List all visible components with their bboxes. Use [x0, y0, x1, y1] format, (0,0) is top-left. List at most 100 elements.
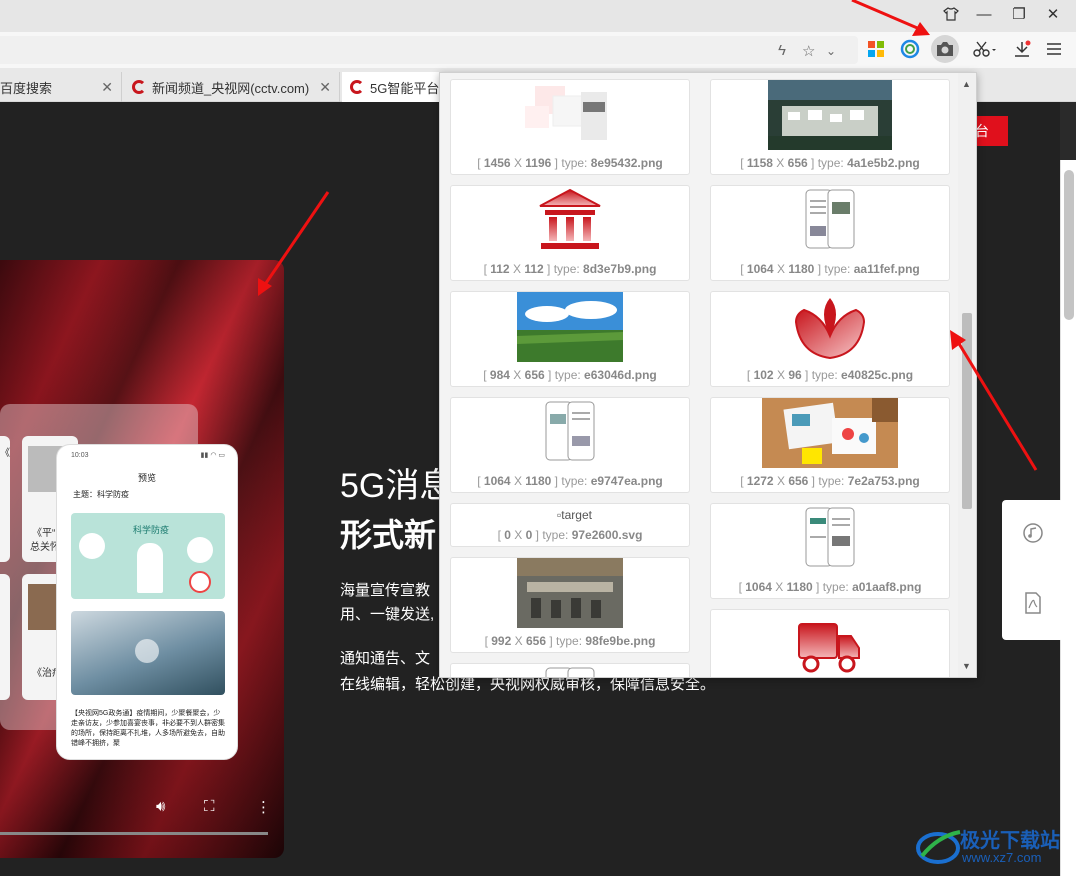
truck-icon	[711, 620, 949, 676]
leaf-icon	[711, 296, 949, 360]
scroll-up-arrow-icon[interactable]: ▲	[962, 79, 971, 89]
image-card[interactable]	[450, 663, 690, 677]
phone-caption: 【央视网5G政务通】疫情期间，少聚餐聚会，少走亲访友，少参加喜宴丧事，非必要不到…	[71, 710, 225, 747]
circle-app-icon[interactable]	[896, 35, 924, 63]
image-thumbnail	[451, 666, 689, 677]
image-card[interactable]	[710, 609, 950, 677]
scissors-icon[interactable]	[968, 35, 1002, 63]
play-icon	[135, 639, 159, 663]
star-icon[interactable]: ☆	[802, 42, 815, 60]
close-button[interactable]: ✕	[1036, 0, 1070, 28]
image-thumbnail	[711, 188, 949, 250]
watermark-brand: 极光下载站	[960, 830, 1060, 852]
apps-grid-icon[interactable]	[862, 35, 890, 63]
image-thumbnail	[451, 292, 689, 362]
tab-cctv-news[interactable]: 新闻频道_央视网(cctv.com) ✕	[124, 72, 340, 102]
building-icon	[451, 188, 689, 252]
image-caption: [ 1064 X 1180 ] type: a01aaf8.png	[738, 580, 922, 594]
illustration-bubble	[79, 533, 105, 559]
image-caption: [ 1456 X 1196 ] type: 8e95432.png	[477, 156, 663, 170]
image-caption: [ 112 X 112 ] type: 8d3e7b9.png	[483, 262, 657, 276]
mini-card-text: 《	[0, 448, 10, 459]
scrollbar-thumb[interactable]	[962, 313, 972, 509]
image-card[interactable]: [ 984 X 656 ] type: e63046d.png	[450, 291, 690, 387]
phone-topic: 主题：科学防疫	[73, 490, 129, 499]
watermark: 极光下载站 www.xz7.com	[916, 824, 1066, 872]
toolbar: ϟ ☆ ⌄	[0, 32, 1076, 68]
image-caption: [ 992 X 656 ] type: 98fe9be.png	[484, 634, 656, 648]
video-progress-bar[interactable]	[0, 832, 268, 835]
menu-icon[interactable]	[1040, 35, 1068, 63]
popup-scrollbar[interactable]: ▲ ▼	[958, 73, 976, 677]
image-thumbnail	[451, 558, 689, 628]
phone-status-time: 10:03	[71, 452, 89, 459]
image-card[interactable]: [ 1456 X 1196 ] type: 8e95432.png	[450, 79, 690, 175]
image-card[interactable]: ▫target [ 0 X 0 ] type: 97e2600.svg	[450, 503, 690, 547]
image-card[interactable]: [ 1064 X 1180 ] type: e9747ea.png	[450, 397, 690, 493]
description-line: 海量宣传宣教	[340, 582, 431, 599]
image-thumbnail	[711, 80, 949, 150]
tab-baidu[interactable]: 百度搜索 ✕	[0, 72, 122, 102]
image-caption: [ 1064 X 1180 ] type: e9747ea.png	[477, 474, 663, 488]
watermark-logo-icon	[916, 830, 961, 864]
cctv-logo-icon	[350, 80, 364, 94]
news-photo	[71, 611, 225, 695]
tab-label: 百度搜索	[0, 80, 53, 96]
download-icon[interactable]	[1008, 35, 1036, 63]
image-caption: [ 1064 X 1180 ] type: aa11fef.png	[740, 262, 920, 276]
volume-icon[interactable]: 🔊︎	[156, 798, 165, 815]
tab-label: 新闻频道_央视网(cctv.com)	[152, 80, 310, 96]
description-line: 用、一键发送,	[340, 606, 435, 623]
image-thumbnail	[711, 506, 949, 568]
skin-icon[interactable]	[934, 0, 968, 28]
image-card[interactable]: [ 112 X 112 ] type: 8d3e7b9.png	[450, 185, 690, 281]
illustration-bubble	[187, 537, 213, 563]
more-options-icon[interactable]: ⋮	[256, 798, 271, 816]
video-player[interactable]: 《平“ 总关怀 《治疗 《 10:03 ▮▮ ◠ ▭ 预览 主题：科学防疫 科学…	[0, 260, 284, 858]
image-card[interactable]: [ 102 X 96 ] type: e40825c.png	[710, 291, 950, 387]
close-icon[interactable]: ✕	[319, 79, 331, 96]
image-list-popup: [ 1456 X 1196 ] type: 8e95432.png [ 1158…	[439, 72, 977, 678]
image-card[interactable]: [ 992 X 656 ] type: 98fe9be.png	[450, 557, 690, 653]
illustration-title: 科学防疫	[133, 525, 170, 535]
tab-5g-platform[interactable]: 5G智能平台_	[342, 72, 442, 102]
scrollbar-thumb[interactable]	[1064, 170, 1074, 320]
image-card[interactable]: [ 1272 X 656 ] type: 7e2a753.png	[710, 397, 950, 493]
chevron-down-icon[interactable]: ⌄	[826, 44, 836, 58]
watermark-url: www.xz7.com	[962, 850, 1042, 865]
lightning-icon[interactable]: ϟ	[778, 42, 786, 59]
image-alt-text: target	[561, 508, 592, 522]
mini-card	[0, 574, 10, 700]
headline-line-1: 5G消息	[340, 467, 454, 505]
music-icon[interactable]	[1022, 522, 1044, 544]
image-thumbnail	[711, 398, 949, 468]
camera-icon[interactable]	[931, 35, 959, 63]
phone-preview: 10:03 ▮▮ ◠ ▭ 预览 主题：科学防疫 科学防疫 【央视网5G政务通】疫…	[56, 444, 238, 760]
image-caption: [ 1158 X 656 ] type: 4a1e5b2.png	[740, 156, 920, 170]
cctv-logo-icon	[132, 80, 146, 94]
pdf-icon[interactable]	[1022, 592, 1044, 614]
image-card[interactable]: [ 1064 X 1180 ] type: a01aaf8.png	[710, 503, 950, 599]
description-line: 通知通告、文	[340, 650, 431, 667]
image-caption: [ 0 X 0 ] type: 97e2600.svg	[497, 528, 643, 542]
address-bar[interactable]: ϟ ☆ ⌄	[0, 36, 858, 64]
fullscreen-icon[interactable]: ⛶	[204, 798, 215, 815]
maximize-button[interactable]: ❐	[1002, 0, 1036, 28]
image-card[interactable]: [ 1064 X 1180 ] type: aa11fef.png	[710, 185, 950, 281]
mini-card-text: 《平“	[32, 528, 56, 539]
signal-icon: ▮▮ ◠ ▭	[200, 452, 225, 459]
headline-line-2: 形式新	[340, 517, 437, 553]
image-card[interactable]: [ 1158 X 656 ] type: 4a1e5b2.png	[710, 79, 950, 175]
close-icon[interactable]: ✕	[101, 79, 113, 96]
epidemic-illustration: 科学防疫	[71, 513, 225, 599]
image-caption: [ 102 X 96 ] type: e40825c.png	[746, 368, 914, 382]
no-sign-icon	[189, 571, 211, 593]
title-bar: — ❐ ✕	[0, 0, 1076, 32]
scroll-down-arrow-icon[interactable]: ▼	[962, 661, 971, 671]
tab-label: 5G智能平台_	[370, 80, 442, 96]
minimize-button[interactable]: —	[967, 0, 1001, 28]
image-thumbnail	[451, 400, 689, 462]
doctor-figure	[137, 543, 163, 593]
image-caption: [ 1272 X 656 ] type: 7e2a753.png	[740, 474, 920, 488]
broken-image-icon: ▫target	[557, 508, 592, 522]
